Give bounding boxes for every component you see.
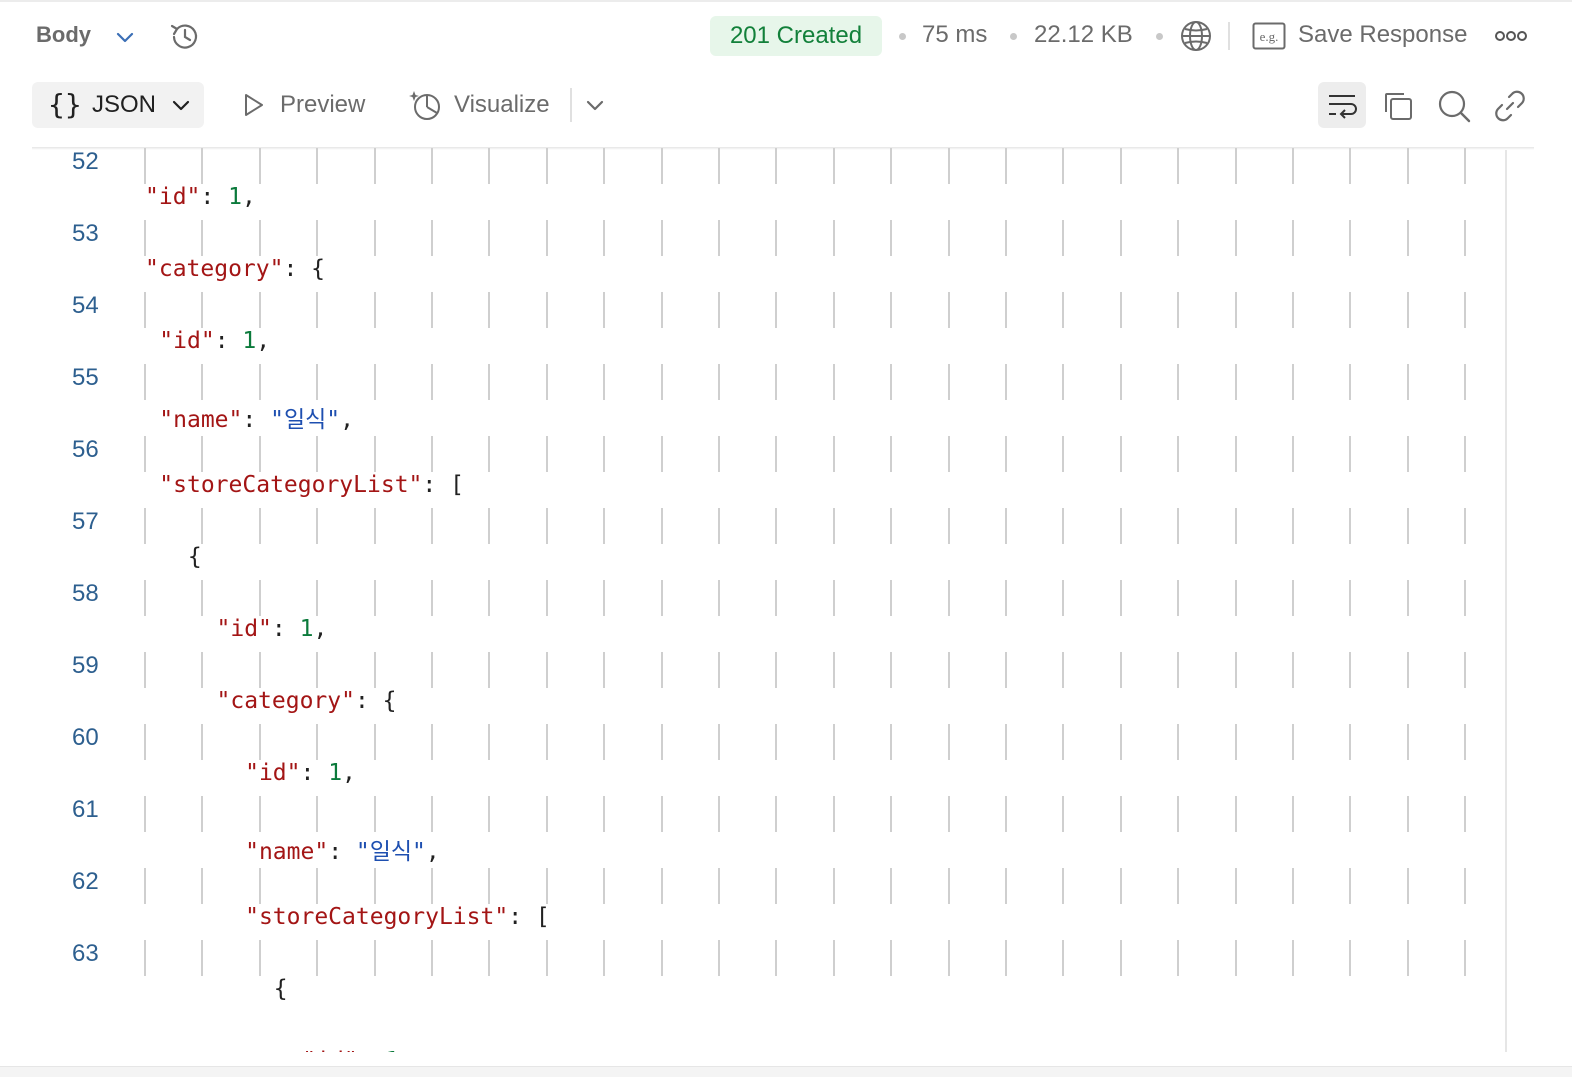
json-punctuation: , — [256, 328, 271, 354]
json-string: "일식" — [270, 407, 341, 433]
code-text: "name": "일식", — [159, 400, 354, 434]
json-punctuation: , — [399, 1048, 413, 1052]
json-punctuation: { — [273, 976, 288, 1002]
json-punctuation: , — [340, 407, 354, 433]
json-key: "name" — [159, 407, 243, 433]
svg-text:e.g.: e.g. — [1260, 29, 1279, 44]
json-number: 1 — [228, 184, 242, 210]
indent-guides — [144, 148, 1466, 184]
indent-guides — [144, 580, 1466, 616]
globe-icon[interactable] — [1178, 18, 1214, 54]
indent-guides — [144, 292, 1466, 328]
code-text: "id": 1, — [217, 616, 328, 642]
json-key: "category" — [216, 688, 355, 714]
wrap-lines-icon — [1329, 95, 1357, 119]
json-punctuation: , — [425, 839, 440, 865]
body-tab-label[interactable]: Body — [36, 22, 91, 48]
indent-guides — [144, 508, 1466, 544]
json-key: "id" — [245, 760, 301, 786]
indent-guides — [144, 652, 1466, 688]
braces-icon: {} — [48, 88, 82, 121]
json-punctuation: : { — [283, 256, 326, 282]
code-text: "id": 1, — [159, 328, 270, 354]
indent-guides — [144, 436, 1466, 472]
json-punctuation: : — [200, 184, 229, 210]
code-text: "name": "일식", — [245, 832, 440, 866]
indent-guides — [144, 220, 1466, 256]
indent-guides — [144, 940, 1466, 976]
json-key: "id" — [159, 328, 215, 354]
json-punctuation: : — [271, 616, 300, 642]
json-key: "storeCategoryList" — [159, 472, 423, 498]
indent-guides — [144, 868, 1466, 904]
code-text: "storeCategoryList": [ — [245, 904, 550, 930]
json-punctuation: : [ — [422, 472, 464, 498]
example-eg-icon[interactable]: e.g. — [1252, 22, 1286, 50]
chevron-down-icon[interactable] — [582, 92, 608, 118]
code-text: "storeCategoryList": [ — [159, 472, 464, 498]
link-icon[interactable] — [1492, 88, 1528, 124]
history-icon[interactable] — [166, 18, 204, 56]
json-punctuation: : [ — [508, 904, 550, 930]
editor-scrollbar[interactable] — [1505, 150, 1507, 1052]
code-text: { — [274, 976, 288, 1002]
search-icon[interactable] — [1436, 88, 1472, 124]
json-number: 1 — [242, 328, 257, 354]
json-punctuation: : — [242, 407, 271, 433]
json-key: "id" — [145, 184, 201, 210]
json-response-editor[interactable]: 51 52"id": 1,53"category": {54"id": 1,55… — [32, 148, 1506, 1052]
play-icon[interactable] — [238, 90, 268, 120]
indent-guides — [144, 724, 1466, 760]
separator-dot — [899, 33, 906, 40]
json-key: "id" — [216, 616, 272, 642]
status-badge[interactable]: 201 Created — [710, 16, 882, 56]
response-time[interactable]: 75 ms — [922, 21, 987, 49]
copy-icon[interactable] — [1380, 88, 1416, 124]
chevron-down-icon — [172, 100, 190, 111]
code-line: 63{ — [32, 940, 1506, 1028]
json-punctuation: , — [241, 184, 256, 210]
separator-dot — [1156, 33, 1163, 40]
preview-tab[interactable]: Preview — [280, 91, 365, 119]
json-punctuation: : — [214, 328, 243, 354]
response-size[interactable]: 22.12 KB — [1034, 21, 1133, 49]
more-options-icon[interactable] — [1494, 26, 1528, 46]
indent-guides — [144, 796, 1466, 832]
json-string: "일식" — [355, 839, 426, 865]
visualize-icon[interactable] — [408, 87, 444, 123]
json-key: "id" — [302, 1048, 357, 1052]
json-key: "category" — [145, 256, 284, 282]
code-text: "id": 1, — [245, 760, 356, 786]
json-number: 1 — [328, 760, 343, 786]
json-punctuation: : — [300, 760, 329, 786]
separator-dot — [1010, 33, 1017, 40]
code-text: "id": 1, — [145, 184, 256, 210]
code-text: "category": { — [217, 688, 397, 714]
bottom-edge — [0, 1066, 1572, 1077]
code-line: "id": 1, — [32, 1028, 1506, 1052]
divider — [1228, 22, 1230, 50]
json-number: 1 — [385, 1048, 399, 1052]
code-text: "id": 1, — [302, 1048, 413, 1052]
json-punctuation: { — [187, 544, 202, 570]
indent-guides — [144, 364, 1466, 400]
json-punctuation: , — [342, 760, 356, 786]
format-label: JSON — [92, 91, 157, 118]
chevron-down-icon[interactable] — [112, 24, 138, 50]
json-punctuation: : { — [354, 688, 397, 714]
json-number: 1 — [299, 616, 314, 642]
divider — [570, 88, 572, 122]
code-text: "category": { — [145, 256, 325, 282]
visualize-tab[interactable]: Visualize — [454, 91, 550, 119]
json-key: "name" — [245, 839, 329, 865]
response-meta-bar: Body 201 Created 75 ms 22.12 KB e.g. Sav… — [0, 0, 1572, 68]
code-text: { — [188, 544, 202, 570]
save-response-button[interactable]: Save Response — [1298, 21, 1467, 49]
json-punctuation: : — [358, 1048, 386, 1052]
json-punctuation: , — [313, 616, 328, 642]
json-key: "storeCategoryList" — [245, 904, 509, 930]
json-punctuation: : — [328, 839, 356, 865]
